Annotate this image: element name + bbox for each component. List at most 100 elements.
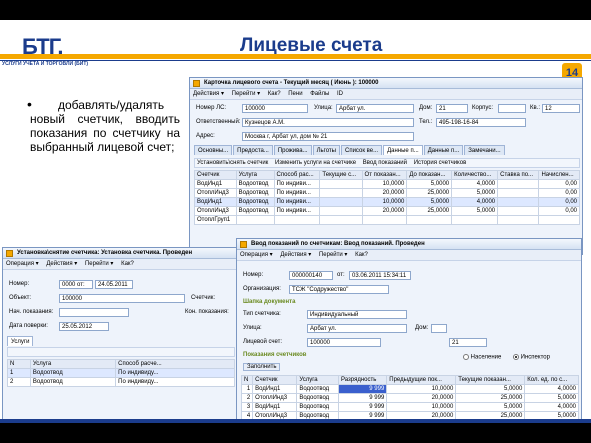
doc-date-input[interactable]: 24.05.2011 [95, 280, 133, 289]
table-cell[interactable]: По индиви... [273, 179, 321, 189]
table-cell[interactable]: Водоотвод [235, 188, 275, 198]
table-cell[interactable]: ВодИнд1 [194, 179, 237, 189]
tab-residents[interactable]: Прожива... [273, 145, 312, 155]
table-row[interactable]: ОтоплИнд3 Водоотвод По индиви... 20,0000 25,… [194, 188, 580, 198]
table-cell[interactable]: ВодИнд1 [194, 197, 237, 207]
tab-remarks[interactable]: Замечани... [464, 145, 505, 155]
table-cell[interactable] [451, 215, 499, 225]
table-cell[interactable]: 10,0000 [361, 179, 408, 189]
operation-menu[interactable]: Операция ▾ [240, 252, 273, 258]
table-cell[interactable]: 20,0000 [361, 188, 408, 198]
toolbar-actions-menu[interactable]: Действия ▾ [193, 91, 224, 97]
table-cell[interactable]: 5,0000 [455, 384, 526, 394]
table-cell[interactable]: ВодИнд1 [252, 384, 298, 394]
table-cell[interactable]: 0,00 [538, 179, 580, 189]
house-input[interactable]: 21 [436, 104, 468, 113]
table-cell[interactable]: 5,0000 [524, 393, 579, 403]
column-header[interactable]: Начислен... [538, 170, 580, 180]
table-cell[interactable]: Водоотвод [235, 206, 275, 216]
tab-data-2[interactable]: Данные п... [423, 145, 464, 155]
tab-services[interactable]: Предоста... [233, 145, 273, 155]
start-reading-input[interactable] [59, 308, 129, 317]
table-cell[interactable] [319, 215, 363, 225]
column-header[interactable]: До показан... [406, 170, 453, 180]
table-cell[interactable] [319, 206, 363, 216]
inspector-radio[interactable] [513, 354, 519, 360]
table-cell[interactable]: Водоотвод [296, 402, 339, 412]
table-cell[interactable] [235, 215, 275, 225]
population-option[interactable]: Население [463, 354, 501, 361]
table-cell[interactable] [497, 206, 540, 216]
column-header[interactable]: Способ расче... [115, 359, 235, 369]
street-input[interactable]: Арбат ул. [307, 324, 407, 333]
street-input[interactable]: Арбат ул. [336, 104, 414, 113]
table-cell[interactable] [497, 188, 540, 198]
table-cell[interactable] [319, 188, 363, 198]
table-row[interactable]: ОтоплГруп1 [194, 215, 580, 225]
verification-date-input[interactable]: 25.05.2012 [59, 322, 109, 331]
column-header[interactable]: Кол. ед. по с... [524, 375, 579, 385]
meter-install-window[interactable]: Установка\снятие счетчика: Установка сче… [2, 247, 238, 423]
table-cell[interactable]: ВодИнд1 [252, 402, 298, 412]
table-cell[interactable]: 10,0000 [361, 197, 408, 207]
table-cell[interactable]: 9 999 [337, 393, 388, 403]
column-header[interactable]: Услуга [235, 170, 275, 180]
apartment-input[interactable]: 12 [542, 104, 580, 113]
table-cell[interactable]: Водоотвод [296, 384, 339, 394]
toolbar-goto-menu[interactable]: Перейти ▾ [232, 91, 260, 97]
help-button[interactable]: Как? [121, 261, 134, 267]
tab-main[interactable]: Основны... [194, 145, 233, 155]
meter-type-select[interactable]: Индивидуальный [307, 310, 407, 319]
table-cell[interactable]: 0,00 [538, 206, 580, 216]
table-cell[interactable] [406, 215, 453, 225]
column-header[interactable]: Количество... [451, 170, 499, 180]
population-radio[interactable] [463, 354, 469, 360]
table-cell[interactable]: 5,0000 [451, 188, 499, 198]
table-cell[interactable]: 9 999 [337, 402, 388, 412]
table-cell[interactable]: 2 [7, 377, 31, 387]
actions-menu[interactable]: Действия ▾ [46, 261, 77, 267]
table-cell[interactable]: ОтоплИнд3 [194, 188, 237, 198]
account-input[interactable]: 100000 [307, 338, 381, 347]
table-cell[interactable]: Водоотвод [29, 368, 117, 378]
table-cell[interactable]: 2 [240, 393, 254, 403]
table-row[interactable]: 3 ВодИнд1 Водоотвод 9 999 10,0000 5,0000 4,000… [240, 402, 579, 412]
table-row[interactable]: 1 Водоотвод По индивиду... [7, 368, 235, 378]
table-cell[interactable]: 10,0000 [386, 402, 457, 412]
tab-list[interactable]: Список ве... [341, 145, 383, 155]
install-meter-button[interactable]: Установить\снять счетчик [197, 160, 268, 166]
toolbar-help-button[interactable]: Как? [268, 91, 281, 97]
table-cell[interactable]: По индиви... [273, 188, 321, 198]
table-cell[interactable]: 4,0000 [524, 402, 579, 412]
column-header[interactable]: Счетчик [194, 170, 237, 180]
table-cell[interactable] [497, 215, 540, 225]
table-cell[interactable]: 5,0000 [451, 206, 499, 216]
phone-input[interactable]: 495-198-16-84 [436, 118, 526, 127]
table-cell[interactable]: 3 [240, 402, 254, 412]
house-input[interactable] [431, 324, 447, 333]
table-row[interactable]: 2 Водоотвод По индивиду... [7, 377, 235, 387]
object-input[interactable]: 100000 [59, 294, 185, 303]
responsible-input[interactable]: Кузнецов А.М. [242, 118, 414, 127]
table-cell[interactable]: ОтоплИнд3 [252, 393, 298, 403]
table-cell[interactable]: ОтоплИнд3 [194, 206, 237, 216]
column-header[interactable]: Текущие с... [319, 170, 363, 180]
address-input[interactable]: Москва г, Арбат ул, дом № 21 [242, 132, 414, 141]
column-header[interactable]: N [240, 375, 254, 385]
house-number-input[interactable]: 21 [449, 338, 487, 347]
enter-readings-button[interactable]: Ввод показаний [363, 160, 407, 166]
column-header[interactable]: Счетчик [252, 375, 298, 385]
inspector-option[interactable]: Инспектор [513, 354, 550, 361]
meter-history-button[interactable]: История счетчиков [414, 160, 467, 166]
table-cell[interactable]: По индивиду... [115, 377, 235, 387]
table-row[interactable]: ВодИнд1 Водоотвод По индиви... 10,0000 5,000… [194, 179, 580, 189]
goto-menu[interactable]: Перейти ▾ [319, 252, 347, 258]
tab-services[interactable]: Услуги [7, 336, 34, 346]
table-cell[interactable]: 25,0000 [406, 206, 453, 216]
table-cell[interactable]: 5,0000 [455, 402, 526, 412]
table-cell[interactable]: 0,00 [538, 188, 580, 198]
table-cell[interactable]: 0,00 [538, 197, 580, 207]
toolbar-files-button[interactable]: Файлы [310, 91, 329, 97]
table-cell[interactable]: 4,0000 [451, 179, 499, 189]
table-row[interactable]: 2 ОтоплИнд3 Водоотвод 9 999 20,0000 25,0000 5,… [240, 393, 579, 403]
